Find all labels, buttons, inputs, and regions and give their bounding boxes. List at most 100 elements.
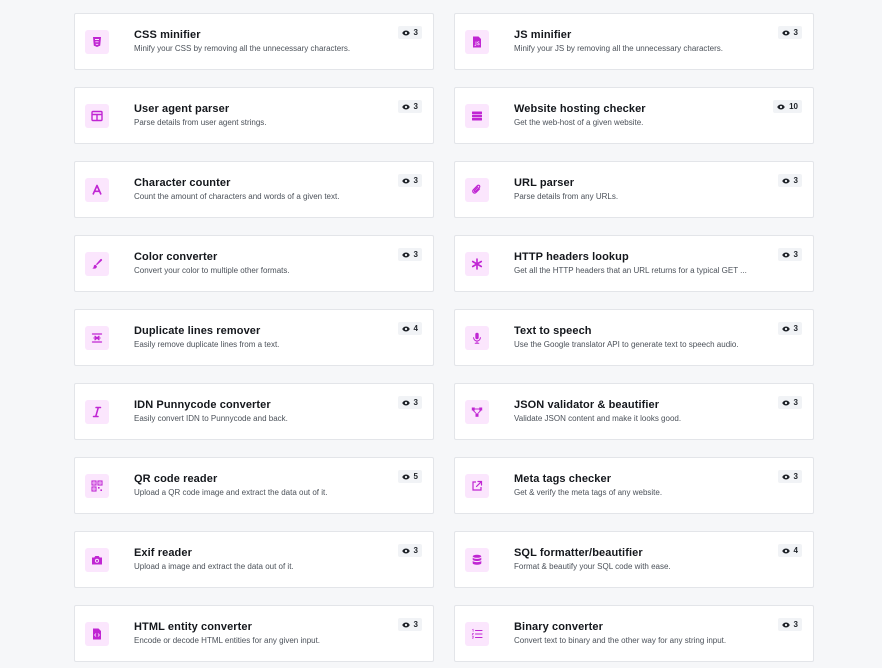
- tool-card-qr-code-reader[interactable]: QR code reader Upload a QR code image an…: [74, 457, 434, 514]
- views-badge: 4: [397, 322, 422, 335]
- tool-card-sql-formatter-beautifier[interactable]: SQL formatter/beautifier Format & beauti…: [454, 531, 814, 588]
- tool-card-duplicate-lines-remover[interactable]: Duplicate lines remover Easily remove du…: [74, 309, 434, 366]
- eye-icon: [777, 104, 785, 109]
- eye-icon: [401, 252, 410, 257]
- views-count: 3: [413, 398, 418, 407]
- views-badge: 3: [777, 618, 802, 631]
- views-badge: 3: [397, 26, 422, 39]
- tool-description: Get the web-host of a given website.: [514, 118, 644, 127]
- views-badge: 3: [777, 174, 802, 187]
- tool-title: IDN Punnycode converter: [134, 399, 271, 411]
- tool-description: Get & verify the meta tags of any websit…: [514, 488, 663, 497]
- views-count: 4: [413, 324, 418, 333]
- views-count: 3: [413, 176, 418, 185]
- tool-card-binary-converter[interactable]: Binary converter Convert text to binary …: [454, 605, 814, 662]
- paperclip-icon: [465, 178, 489, 202]
- tool-title: SQL formatter/beautifier: [514, 547, 643, 559]
- views-count: 3: [413, 28, 418, 37]
- tool-card-color-converter[interactable]: Color converter Convert your color to mu…: [74, 235, 434, 292]
- views-count: 5: [413, 472, 418, 481]
- views-count: 3: [793, 324, 798, 333]
- tool-card-html-entity-converter[interactable]: HTML entity converter Encode or decode H…: [74, 605, 434, 662]
- asterisk-icon: [465, 252, 489, 276]
- eye-icon: [781, 252, 790, 257]
- tool-description: Encode or decode HTML entities for any g…: [134, 636, 321, 645]
- eye-icon: [401, 400, 410, 405]
- views-count: 3: [793, 398, 798, 407]
- eye-icon: [781, 326, 790, 331]
- external-link-icon: [465, 474, 489, 498]
- views-badge: 3: [397, 248, 422, 261]
- network-icon: [465, 400, 489, 424]
- tool-title: CSS minifier: [134, 29, 201, 41]
- views-badge: 10: [773, 100, 802, 113]
- remove-lines-icon: [85, 326, 109, 350]
- tool-card-text-to-speech[interactable]: Text to speech Use the Google translator…: [454, 309, 814, 366]
- tool-title: Meta tags checker: [514, 473, 612, 485]
- eye-icon: [401, 548, 410, 553]
- tool-card-idn-punnycode-converter[interactable]: IDN Punnycode converter Easily convert I…: [74, 383, 434, 440]
- tool-description: Upload a QR code image and extract the d…: [134, 488, 328, 497]
- views-badge: 3: [397, 618, 422, 631]
- views-count: 10: [789, 102, 798, 111]
- eye-icon: [401, 326, 410, 331]
- tool-title: Text to speech: [514, 325, 592, 337]
- views-badge: 3: [777, 322, 802, 335]
- tool-description: Validate JSON content and make it looks …: [514, 414, 682, 423]
- tool-description: Parse details from any URLs.: [514, 192, 619, 201]
- css-file-icon: [85, 30, 109, 54]
- views-badge: 3: [777, 248, 802, 261]
- columns-icon: [85, 104, 109, 128]
- views-count: 3: [413, 102, 418, 111]
- tool-title: HTTP headers lookup: [514, 251, 629, 263]
- eye-icon: [401, 30, 410, 35]
- tool-description: Use the Google translator API to generat…: [514, 340, 739, 349]
- tool-card-js-minifier[interactable]: JS minifier Minify your JS by removing a…: [454, 13, 814, 70]
- views-count: 3: [413, 546, 418, 555]
- eye-icon: [781, 178, 790, 183]
- italic-icon: [85, 400, 109, 424]
- views-count: 3: [793, 176, 798, 185]
- database-icon: [465, 548, 489, 572]
- tool-title: Exif reader: [134, 547, 192, 559]
- tool-title: Binary converter: [514, 621, 604, 633]
- js-file-icon: [465, 30, 489, 54]
- eye-icon: [401, 622, 410, 627]
- views-badge: 3: [397, 544, 422, 557]
- tool-description: Minify your CSS by removing all the unne…: [134, 44, 351, 53]
- tool-card-meta-tags-checker[interactable]: Meta tags checker Get & verify the meta …: [454, 457, 814, 514]
- code-file-icon: [85, 622, 109, 646]
- eye-icon: [401, 474, 410, 479]
- tools-grid: CSS minifier Minify your CSS by removing…: [74, 13, 814, 662]
- eye-icon: [401, 104, 410, 109]
- views-badge: 3: [777, 26, 802, 39]
- views-count: 4: [793, 546, 798, 555]
- tool-card-css-minifier[interactable]: CSS minifier Minify your CSS by removing…: [74, 13, 434, 70]
- views-count: 3: [793, 472, 798, 481]
- eye-icon: [781, 548, 790, 553]
- letter-a-icon: [85, 178, 109, 202]
- views-count: 3: [793, 28, 798, 37]
- tool-title: QR code reader: [134, 473, 218, 485]
- views-count: 3: [793, 620, 798, 629]
- views-count: 3: [413, 620, 418, 629]
- tool-description: Easily remove duplicate lines from a tex…: [134, 340, 280, 349]
- eye-icon: [781, 474, 790, 479]
- tool-card-exif-reader[interactable]: Exif reader Upload a image and extract t…: [74, 531, 434, 588]
- camera-icon: [85, 548, 109, 572]
- qr-code-icon: [85, 474, 109, 498]
- tool-title: URL parser: [514, 177, 575, 189]
- tool-description: Minify your JS by removing all the unnec…: [514, 44, 723, 53]
- tool-description: Upload a image and extract the data out …: [134, 562, 294, 571]
- eye-icon: [781, 400, 790, 405]
- views-count: 3: [793, 250, 798, 259]
- tool-card-character-counter[interactable]: Character counter Count the amount of ch…: [74, 161, 434, 218]
- tool-card-http-headers-lookup[interactable]: HTTP headers lookup Get all the HTTP hea…: [454, 235, 814, 292]
- tool-description: Get all the HTTP headers that an URL ret…: [514, 266, 747, 275]
- tool-card-json-validator-beautifier[interactable]: JSON validator & beautifier Validate JSO…: [454, 383, 814, 440]
- tool-card-website-hosting-checker[interactable]: Website hosting checker Get the web-host…: [454, 87, 814, 144]
- tool-title: Color converter: [134, 251, 218, 263]
- tool-card-user-agent-parser[interactable]: User agent parser Parse details from use…: [74, 87, 434, 144]
- tool-card-url-parser[interactable]: URL parser Parse details from any URLs. …: [454, 161, 814, 218]
- eye-icon: [401, 178, 410, 183]
